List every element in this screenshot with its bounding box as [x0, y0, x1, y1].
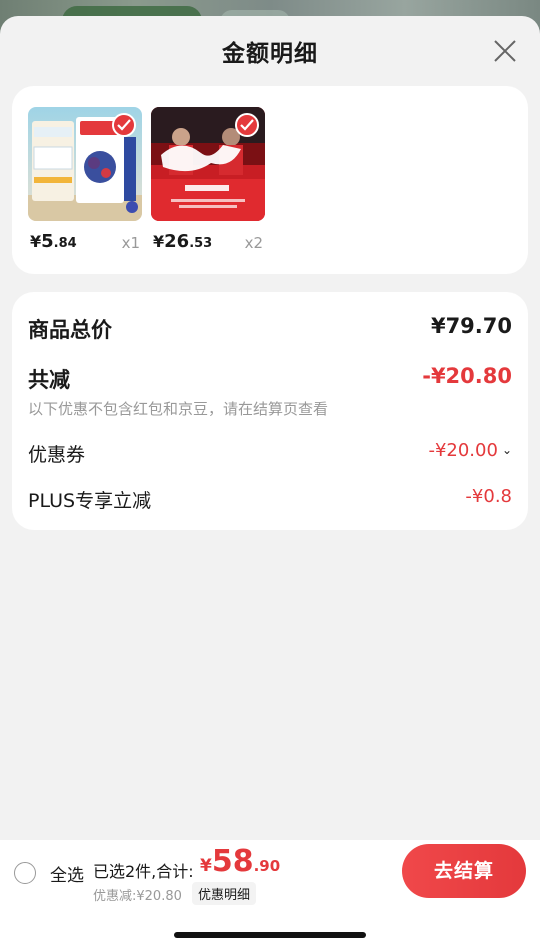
- product-thumbnail[interactable]: [28, 107, 142, 221]
- total-amount: ¥58.90: [200, 844, 281, 879]
- coupon-value[interactable]: -¥20.00 ⌄: [428, 440, 512, 461]
- plus-discount-value: -¥0.8: [465, 486, 512, 507]
- products-card: ¥5.84 x1 ¥26.53 x2: [12, 86, 528, 274]
- product-price-row: ¥26.53 x2: [151, 227, 265, 257]
- close-icon[interactable]: [492, 38, 518, 64]
- total-price-label: 商品总价: [28, 318, 112, 342]
- product-item[interactable]: ¥26.53 x2: [151, 107, 265, 257]
- reduce-note: 以下优惠不包含红包和京豆，请在结算页查看: [28, 400, 329, 418]
- total-price-value: ¥79.70: [430, 314, 512, 338]
- product-quantity: x1: [121, 234, 140, 252]
- checked-icon[interactable]: [235, 113, 259, 137]
- checkout-button[interactable]: 去结算: [402, 844, 526, 898]
- home-indicator: [174, 932, 366, 938]
- discount-amount-text: 优惠减:¥20.80: [93, 889, 182, 904]
- checkout-bar: 全选 已选2件,合计: ¥58.90 优惠减:¥20.80 优惠明细 去结算: [0, 840, 540, 951]
- total-reduce-label: 共减: [28, 368, 70, 392]
- sheet-title: 金额明细: [222, 41, 318, 67]
- sheet-header: 金额明细: [0, 16, 540, 86]
- discount-detail-button[interactable]: 优惠明细: [192, 882, 257, 905]
- product-price: ¥26.53: [153, 231, 213, 252]
- select-all-label[interactable]: 全选: [50, 861, 84, 886]
- checked-icon[interactable]: [112, 113, 136, 137]
- total-reduce-value: -¥20.80: [422, 364, 512, 388]
- amount-detail-sheet: 金额明细 ¥5.84 x1 ¥26.53 x2 商品总价 ¥79.70 共减 -…: [0, 16, 540, 951]
- product-thumbnail[interactable]: [151, 107, 265, 221]
- plus-discount-label: PLUS专享立减: [28, 490, 152, 512]
- select-all-radio[interactable]: [14, 862, 36, 884]
- coupon-label: 优惠券: [28, 444, 86, 466]
- product-price-row: ¥5.84 x1: [28, 227, 142, 257]
- product-item[interactable]: ¥5.84 x1: [28, 107, 142, 257]
- product-price: ¥5.84: [30, 231, 77, 252]
- price-summary-card: 商品总价 ¥79.70 共减 -¥20.80 以下优惠不包含红包和京豆，请在结算…: [12, 292, 528, 530]
- selected-count-text: 已选2件,合计:: [93, 862, 194, 881]
- product-quantity: x2: [244, 234, 263, 252]
- chevron-down-icon[interactable]: ⌄: [502, 443, 512, 457]
